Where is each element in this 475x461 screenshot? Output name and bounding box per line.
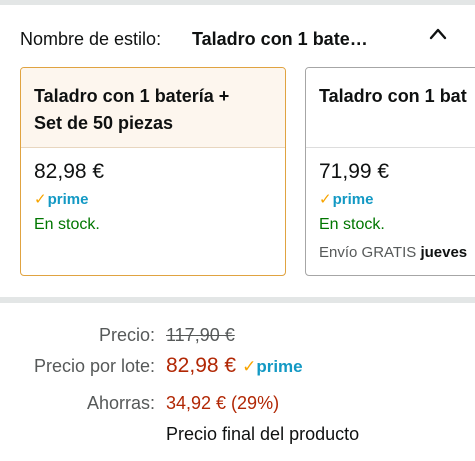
- section-divider: [0, 297, 475, 303]
- check-icon: ✓: [242, 357, 257, 376]
- prime-badge: ✓prime: [34, 191, 89, 208]
- shipping-info: Envío GRATIS jueves: [319, 244, 468, 261]
- option-title: Taladro con 1 batería + Set de 50 piezas: [34, 86, 230, 133]
- prime-badge: ✓prime: [242, 357, 303, 376]
- savings-value: 34,92 € (29%): [166, 393, 280, 413]
- check-icon: ✓: [319, 191, 332, 208]
- deal-price-label: Precio por lote:: [33, 356, 155, 376]
- style-option-card[interactable]: Taladro con 1 bat 71,99 € ✓prime En stoc…: [305, 67, 475, 276]
- chevron-up-icon[interactable]: [428, 27, 448, 41]
- list-price-label: Precio:: [98, 325, 155, 345]
- option-price: 82,98 €: [34, 160, 105, 183]
- deal-price: 82,98 € ✓prime: [166, 354, 303, 378]
- deal-price-value: 82,98 €: [166, 354, 237, 377]
- style-selector-label: Nombre de estilo:: [20, 29, 162, 49]
- check-icon: ✓: [34, 191, 47, 208]
- savings-label: Ahorras:: [86, 393, 155, 413]
- option-card-header: Taladro con 1 bat: [306, 68, 475, 148]
- style-selector[interactable]: Nombre de estilo: Taladro con 1 bate…: [0, 5, 475, 63]
- option-price: 71,99 €: [319, 160, 390, 183]
- final-price-note: Precio final del producto: [166, 424, 360, 444]
- list-price-value: 117,90 €: [166, 325, 235, 345]
- option-title: Taladro con 1 bat: [319, 86, 467, 106]
- stock-status: En stock.: [34, 216, 100, 233]
- option-card-header: Taladro con 1 batería + Set de 50 piezas: [21, 68, 285, 148]
- style-option-card-selected[interactable]: Taladro con 1 batería + Set de 50 piezas…: [20, 67, 286, 276]
- prime-badge: ✓prime: [319, 191, 374, 208]
- stock-status: En stock.: [319, 216, 385, 233]
- style-selector-value: Taladro con 1 bate…: [192, 29, 368, 49]
